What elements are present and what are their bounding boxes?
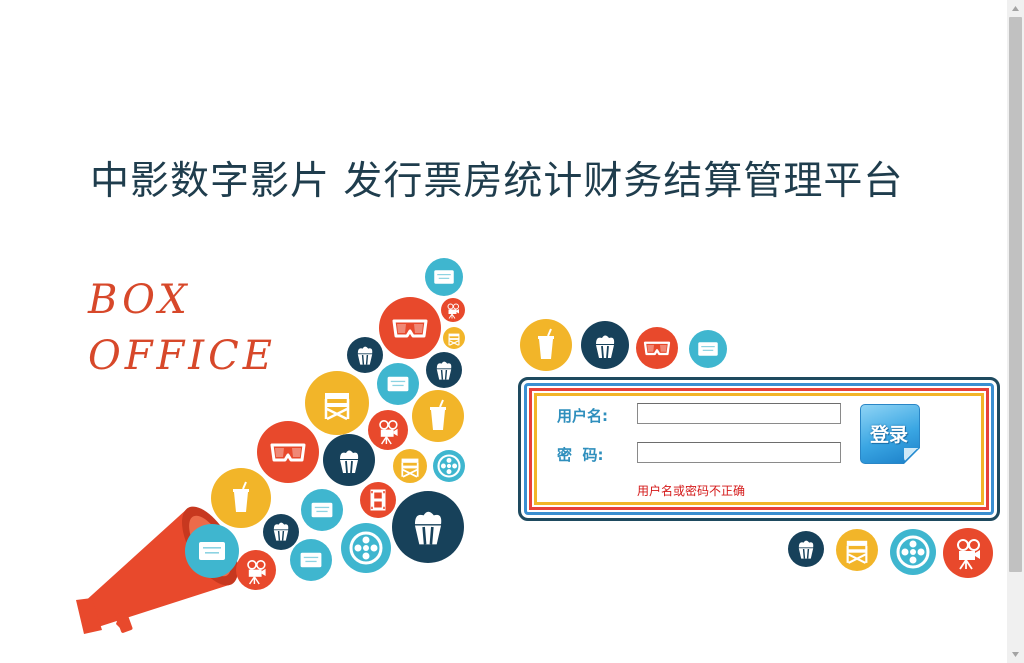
film-reel-icon <box>341 523 391 573</box>
soda-cup-icon <box>412 390 464 442</box>
popcorn-icon <box>263 514 299 550</box>
box-office-line1: BOX <box>88 277 191 323</box>
movie-camera-icon <box>368 410 408 450</box>
ticket-icon <box>301 489 343 531</box>
ticket-icon <box>689 330 727 368</box>
login-error-message: 用户名或密码不正确 <box>637 484 746 498</box>
director-chair-icon <box>305 371 369 435</box>
popcorn-icon <box>347 337 383 373</box>
username-input[interactable] <box>637 403 841 424</box>
ticket-icon <box>377 363 419 405</box>
film-reel-icon <box>890 529 936 575</box>
ticket-icon <box>290 539 332 581</box>
scrollbar-thumb[interactable] <box>1009 17 1022 572</box>
popcorn-icon <box>323 434 375 486</box>
vertical-scrollbar[interactable] <box>1007 0 1024 663</box>
username-label: 用户名: <box>557 407 608 425</box>
movie-camera-icon <box>441 298 465 322</box>
login-button-label: 登录 <box>869 424 908 446</box>
password-input[interactable] <box>637 442 841 463</box>
3d-glasses-icon <box>636 327 678 369</box>
movie-camera-icon <box>236 550 276 590</box>
director-chair-icon <box>443 327 465 349</box>
ticket-icon <box>185 524 239 578</box>
popcorn-icon <box>788 531 824 567</box>
password-label: 密 码: <box>557 446 604 464</box>
3d-glasses-icon <box>379 297 441 359</box>
movie-camera-icon <box>943 528 993 578</box>
page-curl-shade <box>904 448 918 462</box>
scroll-down-arrow-icon[interactable] <box>1007 646 1024 663</box>
film-reel-icon <box>433 450 465 482</box>
director-chair-icon <box>393 449 427 483</box>
3d-glasses-icon <box>257 421 319 483</box>
login-button[interactable]: 登录 <box>858 402 922 466</box>
popcorn-icon <box>426 352 462 388</box>
soda-cup-icon <box>211 468 271 528</box>
director-chair-icon <box>836 529 878 571</box>
ticket-icon <box>425 258 463 296</box>
soda-cup-icon <box>520 319 572 371</box>
film-strip-icon <box>360 482 396 518</box>
popcorn-icon <box>581 321 629 369</box>
box-office-logo: BOX OFFICE <box>88 272 276 384</box>
scroll-up-arrow-icon[interactable] <box>1007 0 1024 17</box>
box-office-line2: OFFICE <box>88 333 276 379</box>
popcorn-icon <box>392 491 464 563</box>
